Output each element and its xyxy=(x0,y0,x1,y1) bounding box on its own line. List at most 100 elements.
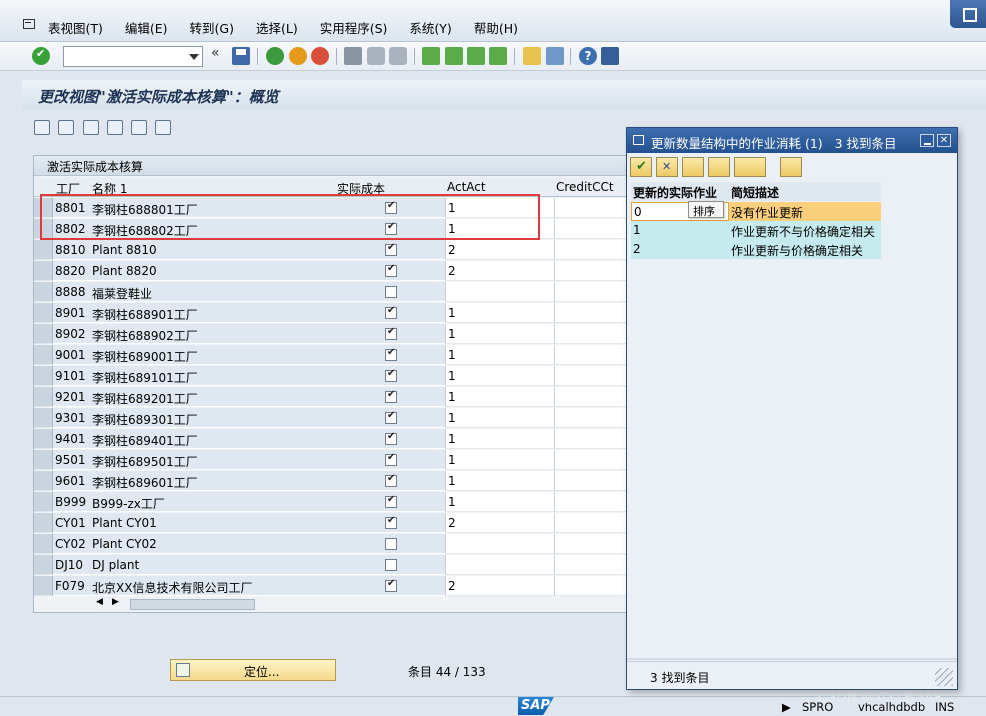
table-row[interactable]: 8820Plant 8820 2 xyxy=(34,261,682,282)
list-item-description[interactable]: 作业更新与价格确定相关 xyxy=(729,240,881,259)
actact-input[interactable]: 1 xyxy=(445,450,554,470)
new-session-icon[interactable] xyxy=(523,47,541,65)
row-selector[interactable] xyxy=(34,303,53,323)
actact-input[interactable]: 2 xyxy=(445,261,554,281)
list-item[interactable]: 2 作业更新与价格确定相关 xyxy=(631,240,881,259)
actact-input[interactable] xyxy=(445,534,554,554)
actact-input[interactable]: 1 xyxy=(445,303,554,323)
row-selector[interactable] xyxy=(34,240,53,260)
enter-icon[interactable] xyxy=(32,47,50,65)
actual-costing-checkbox[interactable] xyxy=(385,242,397,256)
actact-input[interactable]: 1 xyxy=(445,387,554,407)
row-selector[interactable] xyxy=(34,513,53,533)
menu-window-icon[interactable] xyxy=(23,19,35,29)
actual-costing-checkbox[interactable] xyxy=(385,473,397,487)
table-row[interactable]: CY02 Plant CY02 xyxy=(34,534,682,555)
undo-icon[interactable] xyxy=(58,120,74,135)
horizontal-scrollbar[interactable]: ◀ ▶ xyxy=(92,597,267,611)
print-settings-icon[interactable] xyxy=(155,120,171,135)
table-row[interactable]: 9001李钢柱689001工厂 1 xyxy=(34,345,682,366)
locate-button[interactable]: 定位... xyxy=(170,659,336,681)
row-selector[interactable] xyxy=(34,408,53,428)
actual-costing-checkbox[interactable] xyxy=(385,515,397,529)
row-selector[interactable] xyxy=(34,534,53,554)
menu-item-system[interactable]: 系统(Y) xyxy=(409,18,451,37)
menu-item-help[interactable]: 帮助(H) xyxy=(474,18,518,37)
list-item-value[interactable]: 2 xyxy=(631,240,729,259)
actual-costing-checkbox[interactable] xyxy=(385,559,397,571)
table-row[interactable]: 9301李钢柱689301工厂 1 xyxy=(34,408,682,429)
actual-costing-checkbox[interactable] xyxy=(385,452,397,466)
status-expand-icon[interactable]: ▶ xyxy=(782,700,791,714)
row-selector[interactable] xyxy=(34,345,53,365)
header-actual-activity[interactable]: 更新的实际作业 xyxy=(633,184,717,201)
find-icon[interactable] xyxy=(367,47,385,65)
actact-input[interactable]: 2 xyxy=(445,513,554,533)
table-row[interactable]: CY01Plant CY01 2 xyxy=(34,513,682,534)
select-all-icon[interactable] xyxy=(83,120,99,135)
actual-costing-checkbox[interactable] xyxy=(385,305,397,319)
actual-costing-checkbox[interactable] xyxy=(385,538,397,550)
actual-costing-checkbox[interactable] xyxy=(385,578,397,592)
table-row[interactable]: F079北京XX信息技术有限公司工厂 2 xyxy=(34,576,682,597)
actual-costing-checkbox[interactable] xyxy=(385,431,397,445)
filter-icon[interactable] xyxy=(780,157,802,177)
command-dropdown-icon[interactable] xyxy=(189,54,199,60)
confirm-button[interactable] xyxy=(630,157,652,177)
cancel-icon[interactable] xyxy=(311,47,329,65)
menu-item-edit[interactable]: 编辑(E) xyxy=(125,18,168,37)
row-selector[interactable] xyxy=(34,261,53,281)
actual-costing-checkbox[interactable] xyxy=(385,389,397,403)
table-row[interactable]: 8810Plant 8810 2 xyxy=(34,240,682,261)
resize-grip-icon[interactable] xyxy=(935,668,953,686)
select-block-icon[interactable] xyxy=(107,120,123,135)
table-row[interactable]: 9201李钢柱689201工厂 1 xyxy=(34,387,682,408)
collapse-command-icon[interactable]: « xyxy=(211,45,229,63)
last-page-icon[interactable] xyxy=(489,47,507,65)
find-next-icon[interactable] xyxy=(389,47,407,65)
actact-input[interactable]: 1 xyxy=(445,345,554,365)
actual-costing-checkbox[interactable] xyxy=(385,410,397,424)
actact-input[interactable]: 1 xyxy=(445,408,554,428)
restore-window-icon[interactable] xyxy=(950,0,986,28)
row-selector[interactable] xyxy=(34,450,53,470)
print-icon[interactable] xyxy=(344,47,362,65)
list-item-description[interactable]: 没有作业更新 xyxy=(729,202,881,221)
table-row[interactable]: 9401李钢柱689401工厂 1 xyxy=(34,429,682,450)
find-icon[interactable] xyxy=(682,157,704,177)
table-row[interactable]: DJ10 DJ plant xyxy=(34,555,682,576)
actact-input[interactable] xyxy=(445,555,554,575)
shortcut-icon[interactable] xyxy=(546,47,564,65)
list-item-description[interactable]: 作业更新不与价格确定相关 xyxy=(729,221,881,240)
minimize-icon[interactable] xyxy=(920,134,934,147)
deselect-all-icon[interactable] xyxy=(131,120,147,135)
row-selector[interactable] xyxy=(34,576,53,596)
menu-item-goto[interactable]: 转到(G) xyxy=(190,18,234,37)
exit-icon[interactable] xyxy=(289,47,307,65)
row-selector[interactable] xyxy=(34,492,53,512)
actual-costing-checkbox[interactable] xyxy=(385,347,397,361)
actual-costing-checkbox[interactable] xyxy=(385,368,397,382)
first-page-icon[interactable] xyxy=(422,47,440,65)
header-short-description[interactable]: 简短描述 xyxy=(731,184,779,201)
actact-input[interactable]: 2 xyxy=(445,240,554,260)
display-change-icon[interactable] xyxy=(34,120,50,135)
row-selector[interactable] xyxy=(34,555,53,575)
help-icon[interactable]: ? xyxy=(579,47,597,65)
layout-menu-icon[interactable] xyxy=(601,47,619,65)
actact-input[interactable]: 1 xyxy=(445,366,554,386)
row-selector[interactable] xyxy=(34,471,53,491)
list-item-value[interactable]: 1 xyxy=(631,221,729,240)
actual-costing-checkbox[interactable] xyxy=(385,263,397,277)
table-row[interactable]: 8901李钢柱688901工厂 1 xyxy=(34,303,682,324)
row-selector[interactable] xyxy=(34,324,53,344)
row-selector[interactable] xyxy=(34,282,53,302)
menu-item-utilities[interactable]: 实用程序(S) xyxy=(320,18,388,37)
column-header-creditcct[interactable]: CreditCCt xyxy=(556,180,614,194)
menu-item-selection[interactable]: 选择(L) xyxy=(256,18,298,37)
print-dropdown-icon[interactable] xyxy=(734,157,766,177)
menu-item-table-view[interactable]: 表视图(T) xyxy=(48,18,103,37)
actact-input[interactable] xyxy=(445,282,554,302)
find-next-icon[interactable] xyxy=(708,157,730,177)
next-page-icon[interactable] xyxy=(467,47,485,65)
